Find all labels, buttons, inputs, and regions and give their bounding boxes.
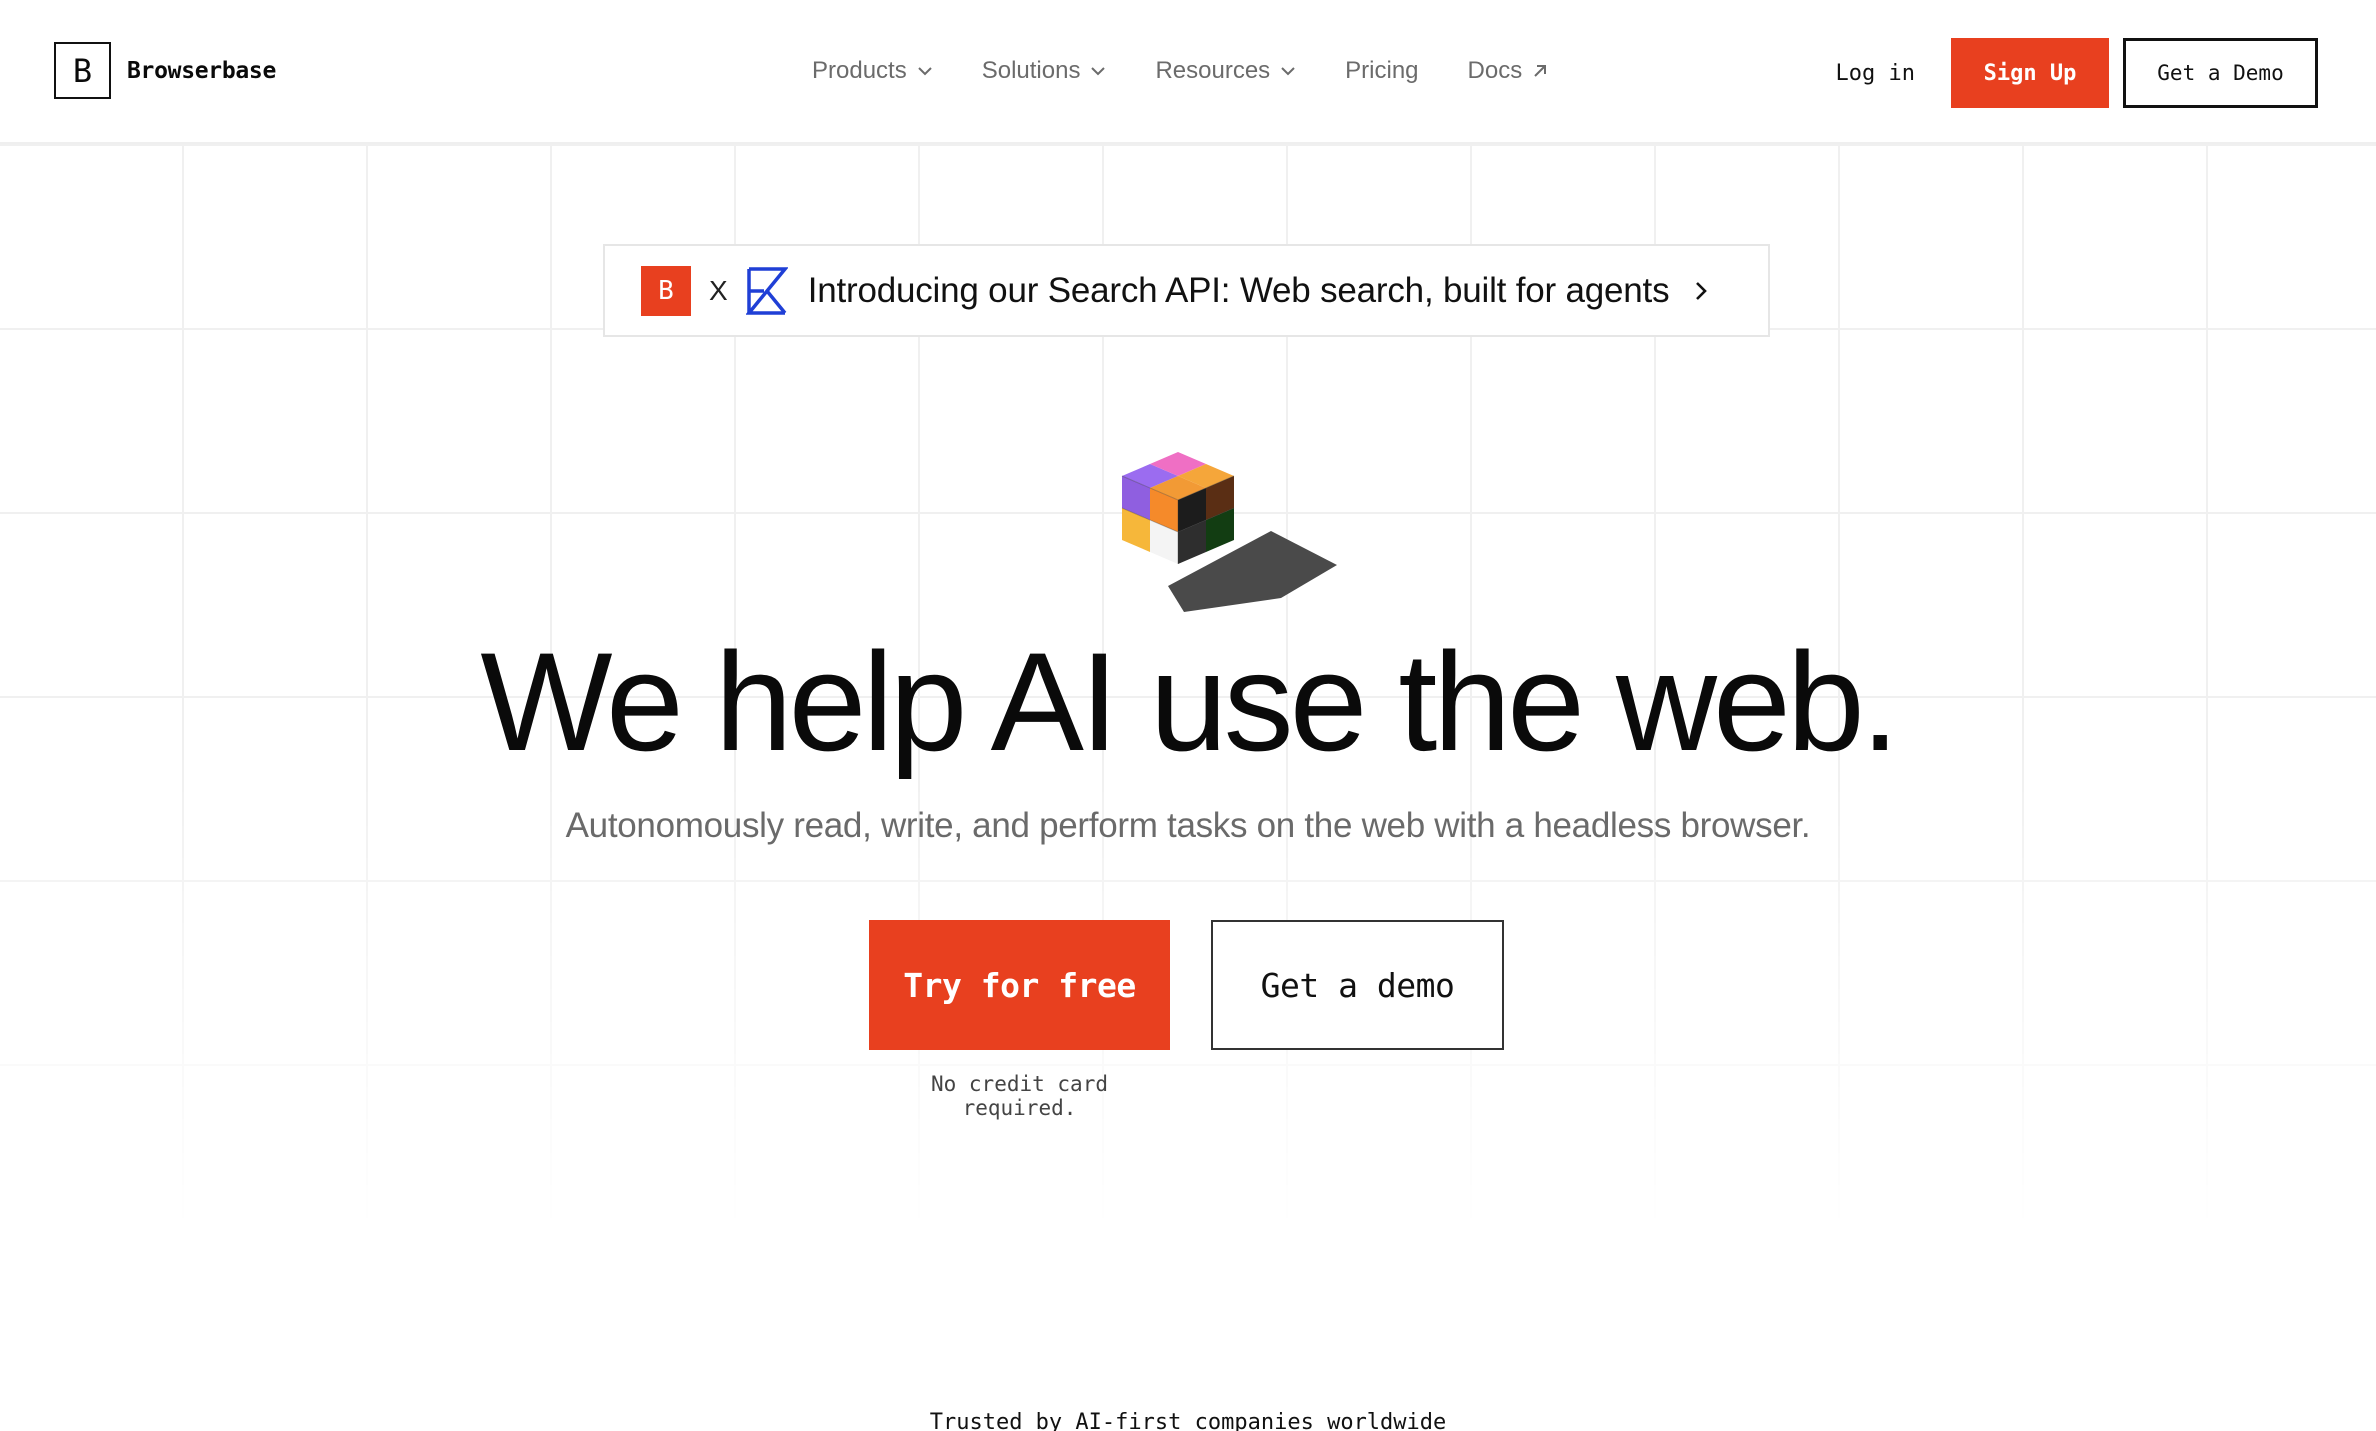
announcement-text: Introducing our Search API: Web search, … <box>807 270 1670 310</box>
get-demo-nav-button[interactable]: Get a Demo <box>2123 38 2318 108</box>
get-a-demo-button[interactable]: Get a demo <box>1211 920 1504 1050</box>
nav-item-docs[interactable]: Docs <box>1468 57 1549 85</box>
page: B Browserbase Products Solutions Resourc… <box>0 0 2376 1431</box>
nav-item-pricing[interactable]: Pricing <box>1345 57 1418 85</box>
nav-item-solutions[interactable]: Solutions <box>982 57 1107 85</box>
hero-title: We help AI use the web. <box>480 623 1899 780</box>
chevron-down-icon <box>1281 67 1295 76</box>
nav-item-label: Resources <box>1155 57 1271 84</box>
nav-item-resources[interactable]: Resources <box>1155 57 1296 85</box>
brand-logo-link[interactable]: B Browserbase <box>54 42 276 99</box>
nav-item-label: Pricing <box>1345 57 1419 84</box>
top-nav: B Browserbase Products Solutions Resourc… <box>0 0 2376 144</box>
browserbase-badge: B <box>641 265 691 316</box>
arrow-up-right-icon <box>1534 65 1547 77</box>
cube-icon <box>1121 452 1337 612</box>
announcement-separator: X <box>709 274 728 306</box>
chevron-right-icon <box>1696 281 1708 300</box>
nav-menu: Products Solutions Resources Pricing Doc… <box>812 50 1597 92</box>
exa-logo-icon <box>745 266 788 315</box>
login-link[interactable]: Log in <box>1836 61 1915 86</box>
hero-subtitle: Autonomously read, write, and perform ta… <box>565 806 1811 845</box>
brand-name: Browserbase <box>127 57 277 84</box>
nav-item-products[interactable]: Products <box>812 57 933 85</box>
announcement-banner[interactable]: B X Introducing our Search API: Web sear… <box>603 244 1770 337</box>
brand-mark: B <box>54 42 111 99</box>
sign-up-button[interactable]: Sign Up <box>1951 38 2109 108</box>
chevron-down-icon <box>918 67 932 76</box>
try-for-free-button[interactable]: Try for free <box>869 920 1170 1050</box>
no-credit-card-note: No credit card required. <box>930 1072 1108 1120</box>
trusted-by-heading: Trusted by AI-first companies worldwide <box>929 1410 1447 1431</box>
nav-actions: Log in Sign Up Get a Demo <box>1836 38 2318 108</box>
nav-item-label: Docs <box>1467 57 1523 84</box>
nav-item-label: Products <box>812 57 907 84</box>
nav-item-label: Solutions <box>981 57 1081 84</box>
chevron-down-icon <box>1091 67 1106 76</box>
